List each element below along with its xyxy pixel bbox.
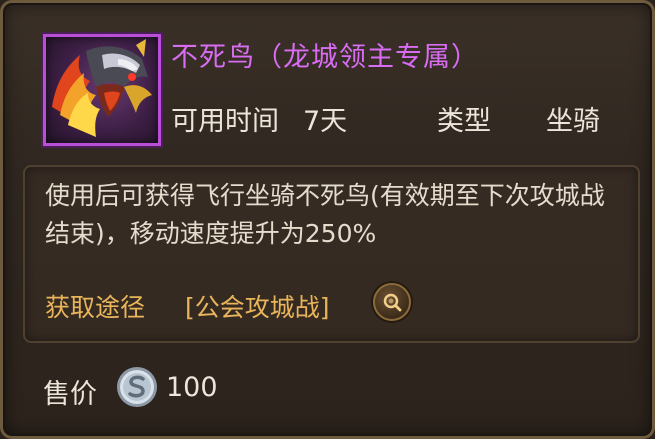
item-name: 不死鸟（龙城领主专属） (171, 42, 479, 73)
duration-value: 7天 (303, 106, 348, 137)
item-tooltip: 不死鸟（龙城领主专属） 可用时间 7天 类型 坐骑 使用后可获得飞行坐骑不死鸟(… (0, 0, 655, 439)
source-link[interactable]: [公会攻城战] (185, 288, 330, 324)
type-label: 类型 (437, 106, 491, 137)
source-search-button[interactable] (373, 283, 411, 321)
item-icon-frame (43, 34, 161, 146)
price-label: 售价 (43, 379, 97, 410)
item-description: 使用后可获得飞行坐骑不死鸟(有效期至下次攻城战结束)，移动速度提升为250% (45, 181, 605, 248)
source-label: 获取途径 (45, 293, 146, 322)
silver-coin-icon (117, 367, 157, 407)
magnifier-icon (383, 293, 402, 312)
price-value: 100 (166, 372, 218, 403)
duration-label: 可用时间 (171, 106, 279, 137)
phoenix-mount-icon (52, 39, 152, 137)
type-value: 坐骑 (546, 106, 600, 137)
description-box: 使用后可获得飞行坐骑不死鸟(有效期至下次攻城战结束)，移动速度提升为250% 获… (23, 165, 640, 343)
